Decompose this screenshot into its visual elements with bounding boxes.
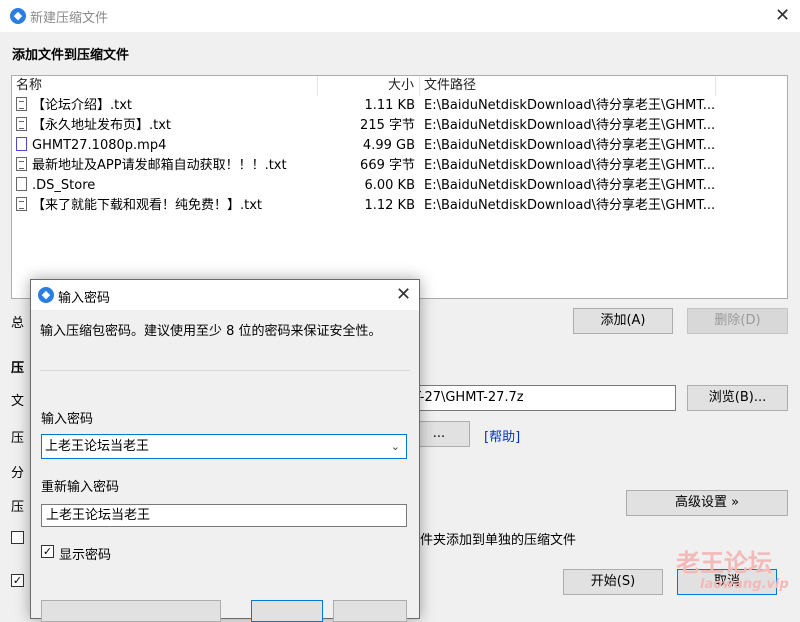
column-divider [715,76,716,96]
password-input[interactable]: 上老王论坛当老王 ⌄ [41,434,407,459]
file-label: 文 [11,394,25,409]
text-file-icon [16,197,27,211]
file-name: GHMT27.1080p.mp4 [32,138,167,153]
compress-format-label: 压 [11,431,25,446]
file-path: E:\BaiduNetdiskDownload\待分享老王\GHMT... [424,198,716,213]
app-logo-icon: ◆ [10,8,26,24]
file-row[interactable]: 【来了就能下载和观看！纯免费！】.txt 1.12 KB E:\BaiduNet… [12,196,787,216]
split-label: 分 [11,466,25,481]
file-size: 1.11 KB [364,98,415,113]
file-name: 【论坛介绍】.txt [32,98,133,113]
delete-after-checkbox[interactable]: ✓ [11,574,24,587]
delete-button[interactable]: 删除(D) [687,308,788,334]
file-size: 669 字节 [360,158,415,173]
compress-section-title: 压 [11,361,25,376]
file-path: E:\BaiduNetdiskDownload\待分享老王\GHMT... [424,98,716,113]
confirm-password-value: 上老王论坛当老王 [46,508,151,523]
media-file-icon [16,137,27,151]
add-button[interactable]: 添加(A) [573,308,673,334]
output-path-input[interactable]: T-27\GHMT-27.7z [408,385,676,411]
window-title: 新建压缩文件 [30,11,109,26]
file-path: E:\BaiduNetdiskDownload\待分享老王\GHMT... [424,118,716,133]
show-password-label: 显示密码 [59,548,112,563]
file-name: .DS_Store [32,178,96,193]
password-dialog: ◆ 输入密码 ✕ 输入压缩包密码。建议使用至少 8 位的密码来保证安全性。 输入… [30,279,420,622]
password-value: 上老王论坛当老王 [45,439,150,454]
section-title: 添加文件到压缩文件 [12,48,130,63]
file-row[interactable]: 【论坛介绍】.txt 1.11 KB E:\BaiduNetdiskDownlo… [12,96,787,116]
text-file-icon [16,97,27,111]
show-password-checkbox[interactable]: ✓ [41,545,54,558]
separate-archives-checkbox[interactable] [11,531,24,544]
watermark-text: 老王论坛 [676,549,772,577]
dialog-title: 输入密码 [58,291,111,306]
password-label: 输入密码 [41,412,94,427]
column-header-size[interactable]: 大小 [388,76,414,96]
file-row[interactable]: 【永久地址发布页】.txt 215 字节 E:\BaiduNetdiskDown… [12,116,787,136]
file-row[interactable]: 最新地址及APP请发邮箱自动获取！！！.txt 669 字节 E:\BaiduN… [12,156,787,176]
watermark-url: laowang.vip [700,577,789,592]
file-list[interactable]: 名称 大小 文件路径 【论坛介绍】.txt 1.11 KB E:\BaiduNe… [11,75,788,299]
file-path: E:\BaiduNetdiskDownload\待分享老王\GHMT... [424,158,716,173]
confirm-password-label: 重新输入密码 [41,480,120,495]
output-path-value: T-27\GHMT-27.7z [413,390,524,405]
compress-level-label: 压 [11,500,25,515]
column-divider [419,76,420,96]
dialog-button-left[interactable] [41,600,221,622]
app-logo-icon: ◆ [38,287,54,303]
separate-archives-label: 件夹添加到单独的压缩文件 [420,533,577,548]
file-size: 215 字节 [360,118,415,133]
file-path: E:\BaiduNetdiskDownload\待分享老王\GHMT... [424,178,716,193]
confirm-password-input[interactable]: 上老王论坛当老王 [41,504,407,527]
browse-button[interactable]: 浏览(B)... [687,385,788,411]
blank-file-icon [16,177,27,191]
file-size: 4.99 GB [362,138,415,153]
text-file-icon [16,157,27,171]
file-row[interactable]: .DS_Store 6.00 KB E:\BaiduNetdiskDownloa… [12,176,787,196]
dialog-title-bar: ◆ 输入密码 ✕ [31,280,419,310]
dialog-close-icon[interactable]: ✕ [396,286,411,304]
file-name: 【永久地址发布页】.txt [32,118,172,133]
file-name: 【来了就能下载和观看！纯免费！】.txt [32,198,263,213]
dialog-ok-button[interactable] [251,600,323,622]
chevron-down-icon[interactable]: ⌄ [391,435,400,458]
total-label: 总 [11,316,25,331]
dialog-divider [40,370,410,371]
file-size: 6.00 KB [364,178,415,193]
advanced-settings-button[interactable]: 高级设置 » [626,490,788,516]
help-link[interactable]: [帮助] [484,426,520,445]
file-size: 1.12 KB [364,198,415,213]
column-divider [317,76,318,96]
start-button[interactable]: 开始(S) [563,569,663,595]
dialog-description: 输入压缩包密码。建议使用至少 8 位的密码来保证安全性。 [40,324,382,339]
column-header-path[interactable]: 文件路径 [424,76,476,96]
window-close-icon[interactable]: ✕ [775,7,790,25]
main-title-bar: ◆ 新建压缩文件 ✕ [0,0,800,32]
file-row[interactable]: GHMT27.1080p.mp4 4.99 GB E:\BaiduNetdisk… [12,136,787,156]
dialog-cancel-button[interactable] [333,600,407,622]
column-header-name[interactable]: 名称 [16,76,42,96]
text-file-icon [16,117,27,131]
file-path: E:\BaiduNetdiskDownload\待分享老王\GHMT... [424,138,716,153]
file-name: 最新地址及APP请发邮箱自动获取！！！.txt [32,158,287,173]
